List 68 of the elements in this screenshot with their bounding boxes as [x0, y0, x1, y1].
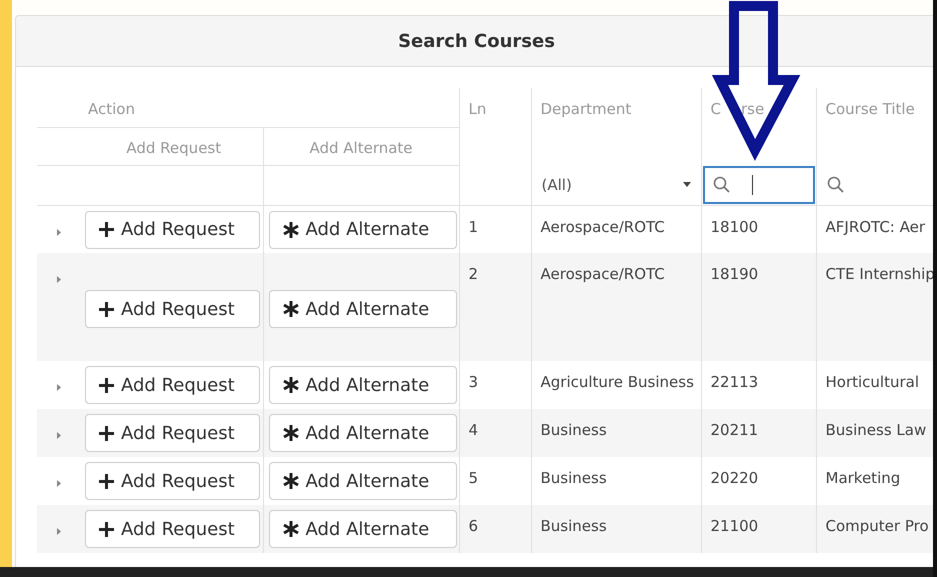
search-icon [712, 176, 730, 194]
course-title-cell: Computer Pro [826, 517, 929, 535]
caret-icon [682, 182, 690, 188]
department-cell: Business [540, 517, 607, 535]
add-request-button[interactable]: Add Request [85, 462, 260, 500]
line-number: 6 [468, 517, 478, 535]
column-header: Action [88, 100, 135, 118]
plus-icon [98, 221, 115, 238]
column-header: Department [540, 100, 632, 118]
column-header: Course Title [826, 100, 915, 118]
plus-icon [98, 424, 115, 442]
asterisk-icon [282, 424, 300, 442]
expand-icon[interactable] [57, 480, 61, 487]
add-alternate-button[interactable]: Add Alternate [268, 366, 456, 404]
line-number: 5 [468, 469, 478, 487]
asterisk-icon [282, 520, 300, 538]
plus-icon [98, 472, 115, 490]
add-alternate-button[interactable]: Add Alternate [268, 414, 456, 452]
filter-value: (All) [542, 174, 573, 196]
asterisk-icon [282, 300, 300, 318]
column-header: Add Request [126, 138, 222, 156]
column-header: Add Alternate [309, 138, 413, 156]
line-number: 3 [468, 373, 478, 391]
column-header: Ln [468, 100, 486, 118]
expand-icon[interactable] [57, 276, 61, 283]
course-title-cell: Horticultural [826, 373, 920, 391]
department-cell: Business [540, 421, 607, 439]
add-request-button[interactable]: Add Request [85, 414, 260, 452]
line-number: 4 [468, 421, 478, 439]
expand-icon[interactable] [57, 528, 61, 535]
asterisk-icon [282, 220, 300, 238]
add-alternate-button[interactable]: Add Alternate [268, 210, 456, 248]
line-number: 1 [468, 218, 478, 236]
column-header-fragment: rse [740, 100, 764, 118]
course-title-cell: AFJROTC: Aer [826, 218, 926, 236]
course-title-cell: Business Law [826, 421, 926, 439]
add-alternate-button[interactable]: Add Alternate [268, 462, 456, 500]
column-header-fragment: C [710, 100, 721, 118]
course-id-cell: 20211 [710, 421, 758, 439]
expand-icon[interactable] [57, 228, 61, 236]
course-title-cell: CTE Internship [826, 265, 935, 283]
department-cell: Business [540, 469, 607, 487]
add-request-button[interactable]: Add Request [85, 290, 260, 328]
department-cell: Agriculture Business [540, 373, 694, 391]
course-id-cell: 18190 [710, 265, 758, 283]
plus-icon [98, 376, 115, 394]
search-field[interactable] [702, 166, 814, 204]
course-id-cell: 21100 [710, 517, 758, 535]
department-cell: Aerospace/ROTC [540, 265, 665, 283]
course-id-cell: 18100 [710, 218, 758, 236]
add-request-button[interactable]: Add Request [85, 210, 260, 248]
plus-icon [98, 520, 115, 538]
add-alternate-button[interactable]: Add Alternate [268, 290, 456, 328]
search-icon [826, 176, 844, 194]
plus-icon [98, 300, 115, 318]
add-alternate-button[interactable]: Add Alternate [268, 510, 456, 548]
course-title-cell: Marketing [826, 469, 900, 487]
expand-icon[interactable] [57, 384, 61, 391]
expand-icon[interactable] [57, 432, 61, 439]
department-cell: Aerospace/ROTC [540, 218, 665, 236]
line-number: 2 [468, 265, 478, 283]
course-id-cell: 22113 [710, 373, 758, 391]
asterisk-icon [282, 472, 300, 490]
department-filter[interactable]: (All) [532, 166, 700, 204]
course-id-cell: 20220 [710, 469, 758, 487]
add-request-button[interactable]: Add Request [85, 510, 260, 548]
add-request-button[interactable]: Add Request [85, 366, 260, 404]
asterisk-icon [282, 376, 300, 394]
